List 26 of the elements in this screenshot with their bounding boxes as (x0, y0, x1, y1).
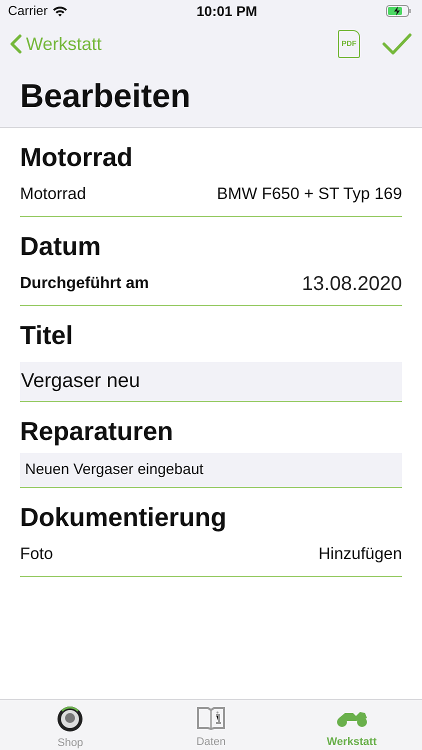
section-heading: Datum (20, 231, 102, 262)
row-label: Foto (20, 544, 54, 566)
book-info-icon (197, 706, 225, 730)
date-value[interactable]: 13.08.2020 (302, 268, 402, 299)
title-field[interactable]: Vergaser neu (20, 362, 402, 402)
tab-item[interactable]: Werkstatt (281, 700, 422, 750)
carrier-text: Carrier (8, 2, 48, 20)
row-label: Motorrad (20, 184, 86, 206)
wifi-icon (52, 5, 68, 17)
section-heading: Titel (20, 320, 74, 352)
section-heading: Motorrad (20, 142, 134, 174)
checkmark-button[interactable] (382, 32, 412, 56)
tab-item[interactable]: Shop (0, 700, 141, 750)
row-label: Durchgeführt am (20, 274, 149, 294)
section-heading: Reparaturen (20, 416, 174, 447)
notes-field[interactable]: Neuen Vergaser eingebaut (20, 452, 402, 488)
row-value: BMW F650 + ST Typ 169 (216, 184, 402, 206)
chevron-left-icon (10, 34, 22, 54)
section-heading: Dokumentierung (20, 502, 228, 533)
tab-item[interactable]: Daten (140, 700, 282, 750)
page-title: Bearbeiten (19, 76, 192, 116)
add-link[interactable]: Hinzufügen (318, 542, 402, 567)
battery-icon (386, 5, 412, 17)
round-emblem-icon (57, 706, 84, 732)
clock-text: 10:01 PM (196, 2, 258, 20)
back-button[interactable]: Werkstatt (10, 30, 102, 58)
